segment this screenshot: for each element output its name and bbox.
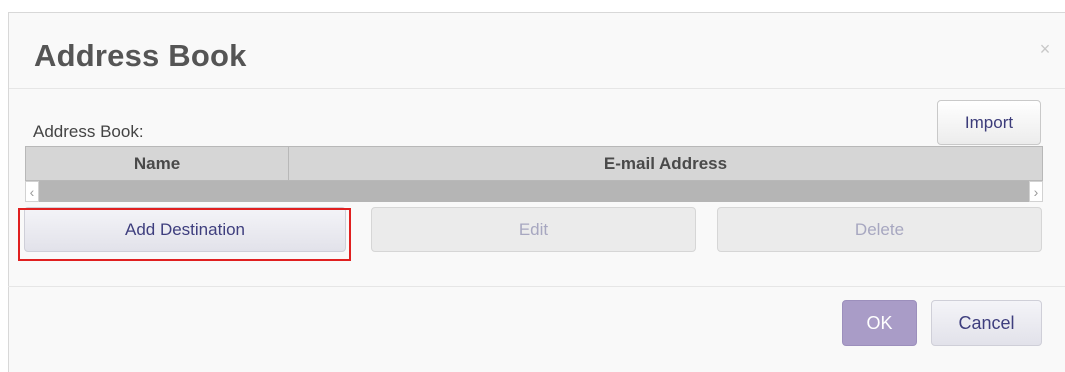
ok-button[interactable]: OK [842, 300, 917, 346]
add-destination-button[interactable]: Add Destination [24, 207, 346, 252]
header-divider [9, 88, 1065, 89]
column-header-name[interactable]: Name [26, 147, 289, 180]
address-table: Name E-mail Address ‹ › [25, 146, 1043, 202]
horizontal-scrollbar[interactable]: ‹ › [25, 181, 1043, 202]
delete-button[interactable]: Delete [717, 207, 1042, 252]
scroll-right-icon[interactable]: › [1029, 181, 1043, 202]
scroll-left-icon[interactable]: ‹ [25, 181, 39, 202]
close-icon[interactable]: × [1035, 39, 1055, 59]
cancel-button[interactable]: Cancel [931, 300, 1042, 346]
import-button[interactable]: Import [937, 100, 1041, 145]
address-book-label: Address Book: [33, 122, 144, 141]
dialog-title: Address Book [34, 38, 247, 73]
table-header: Name E-mail Address [25, 146, 1043, 181]
footer-divider [8, 286, 1065, 287]
column-header-email[interactable]: E-mail Address [289, 147, 1042, 180]
edit-button[interactable]: Edit [371, 207, 696, 252]
